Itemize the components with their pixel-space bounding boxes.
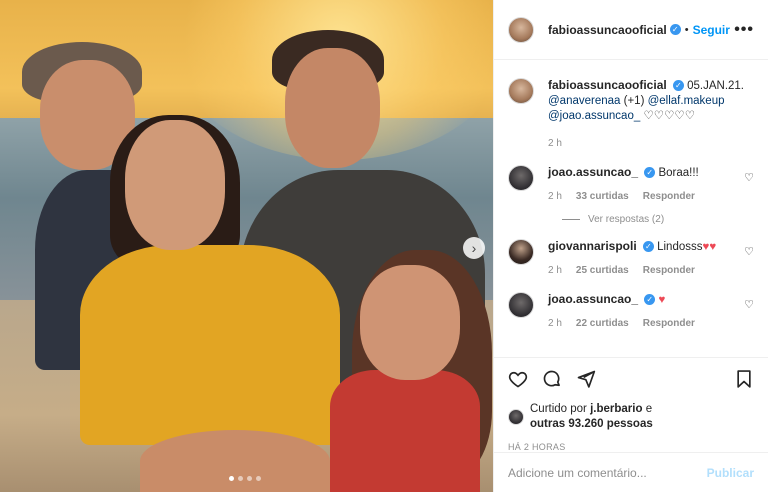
- publish-comment-button[interactable]: Publicar: [707, 466, 754, 480]
- caption: fabioassuncaooficial ✓ 05.JAN.21. @anave…: [508, 78, 754, 151]
- liked-by: Curtido por j.berbario e outras 93.260 p…: [508, 402, 754, 432]
- red-heart-emoji: ♥: [658, 294, 666, 306]
- comment-username[interactable]: joao.assuncao_: [548, 165, 638, 179]
- post-header: fabioassuncaooficial ✓ • Seguir •••: [494, 0, 768, 60]
- likes-count[interactable]: outras 93.260 pessoas: [530, 418, 653, 430]
- mention-joao-assuncao[interactable]: @joao.assuncao_: [548, 110, 640, 122]
- carousel-dot: [256, 476, 261, 481]
- comment-text: Boraa!!!: [658, 167, 699, 179]
- carousel-dot: [247, 476, 252, 481]
- comment-likes[interactable]: 33 curtidas: [576, 189, 629, 204]
- caption-hearts: ♡♡♡♡♡: [643, 110, 696, 122]
- caption-username[interactable]: fabioassuncaooficial: [548, 78, 667, 92]
- comment-input[interactable]: Adicione um comentário...: [508, 466, 647, 480]
- mention-ellaf-makeup[interactable]: @ellaf.makeup: [648, 95, 725, 107]
- comment-item: joao.assuncao_ ✓ ♥ 2 h 22 curtidas Respo…: [508, 292, 754, 331]
- caption-date: 05.JAN.21.: [687, 80, 745, 92]
- woman-yellow-top: [80, 245, 340, 445]
- liker-avatar[interactable]: [508, 409, 524, 425]
- red-heart-emoji: ♥♥: [702, 241, 717, 253]
- comments-list[interactable]: fabioassuncaooficial ✓ 05.JAN.21. @anave…: [494, 60, 768, 357]
- reply-button[interactable]: Responder: [643, 263, 695, 278]
- reply-button[interactable]: Responder: [643, 316, 695, 331]
- view-replies-label: Ver respostas (2): [588, 214, 665, 225]
- save-bookmark-icon[interactable]: [734, 369, 754, 389]
- liked-by-and: e: [645, 403, 653, 415]
- mention-extra: (+1): [623, 95, 645, 107]
- replies-line-divider: [562, 219, 580, 220]
- girl-face: [360, 265, 460, 380]
- comment-likes[interactable]: 22 curtidas: [576, 316, 629, 331]
- share-paper-plane-icon[interactable]: [576, 369, 596, 389]
- caption-avatar[interactable]: [508, 78, 534, 104]
- girl-red-top: [330, 370, 480, 492]
- verified-badge-icon: ✓: [642, 241, 654, 253]
- follow-button[interactable]: Seguir: [693, 23, 730, 37]
- woman-waist: [140, 430, 330, 492]
- comment-text: Lindosss: [657, 241, 703, 253]
- comment-username[interactable]: joao.assuncao_: [548, 292, 638, 306]
- author-avatar[interactable]: [508, 16, 534, 43]
- commenter-avatar[interactable]: [508, 292, 534, 318]
- carousel-dot: [229, 476, 234, 481]
- more-options-icon[interactable]: •••: [734, 21, 754, 39]
- carousel-dot: [238, 476, 243, 481]
- post-side-panel: fabioassuncaooficial ✓ • Seguir ••• fabi…: [493, 0, 768, 492]
- commenter-avatar[interactable]: [508, 239, 534, 265]
- view-replies-button[interactable]: Ver respostas (2): [562, 214, 754, 225]
- comment-bubble-icon[interactable]: [542, 369, 562, 389]
- verified-badge-icon: ✓: [644, 167, 656, 179]
- woman-face: [125, 120, 225, 250]
- carousel-next-button[interactable]: ›: [463, 237, 485, 259]
- commenter-avatar[interactable]: [508, 165, 534, 191]
- author-username[interactable]: fabioassuncaooficial: [548, 23, 667, 37]
- post-timestamp[interactable]: HÁ 2 HORAS: [508, 442, 754, 452]
- like-heart-icon[interactable]: [508, 369, 528, 389]
- comment-likes[interactable]: 25 curtidas: [576, 263, 629, 278]
- post-photo[interactable]: ›: [0, 0, 493, 492]
- like-comment-heart-icon[interactable]: ♡: [744, 298, 754, 311]
- young-man-face: [285, 48, 380, 168]
- add-comment-bar: Adicione um comentário... Publicar: [494, 452, 768, 492]
- like-comment-heart-icon[interactable]: ♡: [744, 171, 754, 184]
- comment-username[interactable]: giovannarispoli: [548, 239, 637, 253]
- caption-time[interactable]: 2 h: [548, 136, 562, 151]
- comment-item: giovannarispoli ✓ Lindosss♥♥ 2 h 25 curt…: [508, 239, 754, 278]
- verified-badge-icon: ✓: [669, 24, 681, 35]
- reply-button[interactable]: Responder: [643, 189, 695, 204]
- verified-badge-icon: ✓: [644, 294, 656, 306]
- comment-time[interactable]: 2 h: [548, 263, 562, 278]
- liked-by-prefix: Curtido por: [530, 403, 587, 415]
- carousel-dots: [229, 476, 261, 481]
- comment-item: joao.assuncao_ ✓ Boraa!!! 2 h 33 curtida…: [508, 165, 754, 204]
- liker-username[interactable]: j.berbario: [590, 403, 642, 415]
- post-actions: Curtido por j.berbario e outras 93.260 p…: [494, 357, 768, 452]
- follow-separator: •: [684, 23, 689, 36]
- like-comment-heart-icon[interactable]: ♡: [744, 245, 754, 258]
- verified-badge-icon: ✓: [672, 80, 684, 92]
- comment-time[interactable]: 2 h: [548, 316, 562, 331]
- comment-time[interactable]: 2 h: [548, 189, 562, 204]
- mention-anaverenaa[interactable]: @anaverenaa: [548, 95, 620, 107]
